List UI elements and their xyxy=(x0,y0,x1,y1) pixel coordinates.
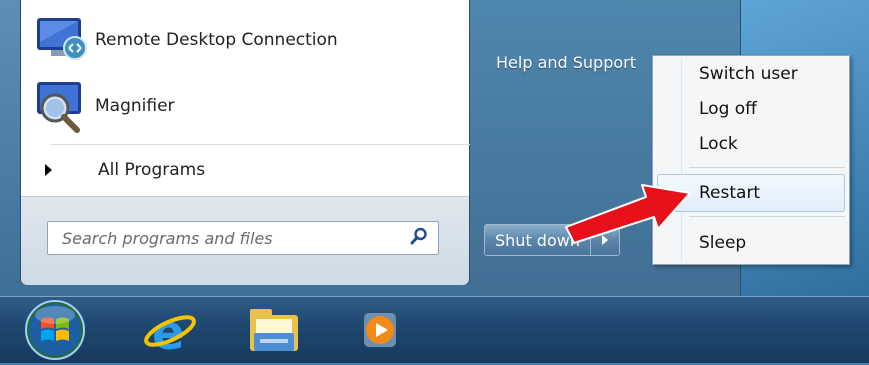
media-player-icon[interactable] xyxy=(352,303,408,357)
menu-item-log-off[interactable]: Log off xyxy=(699,93,757,125)
program-label: Remote Desktop Connection xyxy=(95,30,338,50)
annotation-arrow-icon xyxy=(565,184,691,244)
search-box[interactable] xyxy=(47,221,439,255)
program-magnifier[interactable]: Magnifier xyxy=(33,78,453,134)
remote-desktop-icon xyxy=(33,12,95,68)
menu-divider xyxy=(689,216,845,217)
help-and-support-link[interactable]: Help and Support xyxy=(496,53,636,72)
program-remote-desktop[interactable]: Remote Desktop Connection xyxy=(33,12,453,68)
search-icon[interactable] xyxy=(410,227,428,249)
start-orb-icon[interactable] xyxy=(22,299,88,361)
search-input[interactable] xyxy=(60,227,384,249)
divider xyxy=(51,144,471,145)
svg-text:e: e xyxy=(152,305,185,357)
menu-divider xyxy=(689,167,845,168)
search-area xyxy=(21,196,469,285)
internet-explorer-icon[interactable]: e xyxy=(142,303,198,361)
menu-item-restart[interactable]: Restart xyxy=(699,177,760,209)
magnifier-icon xyxy=(33,78,95,134)
all-programs-item[interactable]: All Programs xyxy=(45,150,205,190)
taskbar: e xyxy=(0,296,869,363)
program-label: Magnifier xyxy=(95,96,175,116)
start-menu-left-pane: Remote Desktop Connection Magnifier All … xyxy=(20,0,471,285)
start-menu: Remote Desktop Connection Magnifier All … xyxy=(0,0,741,296)
menu-item-lock[interactable]: Lock xyxy=(699,128,738,160)
all-programs-label: All Programs xyxy=(98,160,206,180)
menu-item-switch-user[interactable]: Switch user xyxy=(699,58,798,90)
menu-item-sleep[interactable]: Sleep xyxy=(699,227,746,259)
file-explorer-icon[interactable] xyxy=(246,303,302,357)
triangle-right-icon xyxy=(45,164,52,176)
